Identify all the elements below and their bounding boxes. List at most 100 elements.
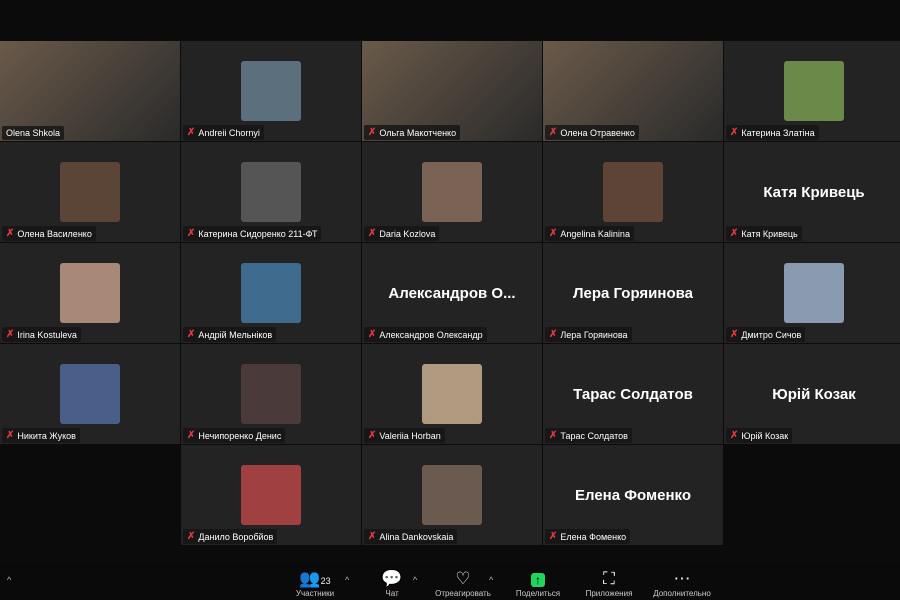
participant-tile[interactable]: ✗ Данило Воробйов: [181, 445, 361, 545]
muted-mic-icon: ✗: [368, 228, 377, 239]
participant-tile[interactable]: Александров О... ✗ Александров Олександр: [362, 243, 542, 343]
participant-tile[interactable]: ✗ Valeriia Horban: [362, 344, 542, 444]
avatar: [422, 465, 482, 525]
participant-name: Irina Kostuleva: [17, 329, 77, 340]
muted-mic-icon: ✗: [368, 531, 377, 542]
muted-mic-icon: ✗: [549, 531, 558, 542]
participant-name-label: ✗ Катерина Златіна: [726, 125, 819, 140]
participant-name: Юрій Козак: [741, 430, 789, 441]
participant-name-label: ✗ Олена Отравенко: [545, 125, 639, 140]
participant-name: Тарас Солдатов: [560, 430, 628, 441]
participant-tile[interactable]: ✗ Катерина Сидоренко 211-ФТ: [181, 142, 361, 242]
participant-tile[interactable]: Olena Shkola: [0, 41, 180, 141]
participant-name: Катя Кривець: [741, 228, 798, 239]
participant-tile[interactable]: Елена Фоменко ✗ Елена Фоменко: [543, 445, 723, 545]
participant-name: Андрій Мельніков: [198, 329, 273, 340]
participant-name: Ольга Макотченко: [379, 127, 457, 138]
muted-mic-icon: ✗: [368, 127, 377, 138]
participant-name-label: ✗ Нечипоренко Денис: [183, 428, 286, 443]
participant-name: Valeriia Horban: [379, 430, 441, 441]
participant-tile[interactable]: ✗ Alina Dankovskaia: [362, 445, 542, 545]
participant-tile[interactable]: ✗ Irina Kostuleva: [0, 243, 180, 343]
muted-mic-icon: ✗: [730, 127, 739, 138]
participant-tile[interactable]: Юрій Козак ✗ Юрій Козак: [724, 344, 900, 444]
participant-name-label: ✗ Олена Василенко: [2, 226, 96, 241]
audio-options-caret-icon[interactable]: ^: [7, 575, 11, 585]
participant-tile[interactable]: ✗ Angelina Kalinina: [543, 142, 723, 242]
participant-tile[interactable]: ✗ Ольга Макотченко: [362, 41, 542, 141]
participant-name-label: ✗ Дмитро Сичов: [726, 327, 806, 342]
participant-tile[interactable]: ✗ Олена Василенко: [0, 142, 180, 242]
participant-name-label: ✗ Daria Kozlova: [364, 226, 440, 241]
participants-label: Участники: [295, 589, 335, 598]
participant-name: Катерина Златіна: [741, 127, 815, 138]
participant-name: Данило Воробйов: [198, 531, 274, 542]
muted-mic-icon: ✗: [549, 228, 558, 239]
muted-mic-icon: ✗: [187, 228, 196, 239]
more-icon: ⋯: [673, 569, 691, 588]
participant-name-label: ✗ Irina Kostuleva: [2, 327, 81, 342]
participant-tile[interactable]: ✗ Дмитро Сичов: [724, 243, 900, 343]
meeting-toolbar: ^ 👥23 Участники ^ 💬 Чат ^ ♡ Отреагироват…: [0, 563, 900, 600]
participant-tile[interactable]: ✗ Нечипоренко Денис: [181, 344, 361, 444]
avatar: [422, 364, 482, 424]
participant-name: Катерина Сидоренко 211-ФТ: [198, 228, 318, 239]
participant-name-label: ✗ Елена Фоменко: [545, 529, 631, 544]
participant-name-label: ✗ Ольга Макотченко: [364, 125, 461, 140]
participant-name: Олена Василенко: [17, 228, 92, 239]
avatar: [241, 61, 301, 121]
participant-name-label: ✗ Valeriia Horban: [364, 428, 445, 443]
participant-tile[interactable]: Тарас Солдатов ✗ Тарас Солдатов: [543, 344, 723, 444]
participant-name-label: ✗ Никита Жуков: [2, 428, 80, 443]
participant-name: Andreii Chornyi: [198, 127, 260, 138]
participant-display-name: Александров О...: [388, 285, 516, 302]
avatar: [60, 364, 120, 424]
participant-name-label: ✗ Andreii Chornyi: [183, 125, 264, 140]
participant-name-label: ✗ Андрій Мельніков: [183, 327, 277, 342]
participant-name: Елена Фоменко: [560, 531, 627, 542]
avatar: [241, 263, 301, 323]
chat-label: Чат: [385, 589, 399, 598]
participant-tile[interactable]: ✗ Олена Отравенко: [543, 41, 723, 141]
participant-tile[interactable]: ✗ Andreii Chornyi: [181, 41, 361, 141]
react-caret-icon[interactable]: ^: [489, 575, 493, 585]
participant-name: Alina Dankovskaia: [379, 531, 454, 542]
avatar: [241, 364, 301, 424]
participants-caret-icon[interactable]: ^: [345, 575, 349, 585]
participant-name-label: ✗ Катерина Сидоренко 211-ФТ: [183, 226, 322, 241]
chat-caret-icon[interactable]: ^: [413, 575, 417, 585]
muted-mic-icon: ✗: [730, 228, 739, 239]
share-label: Поделиться: [515, 589, 561, 598]
participant-name: Angelina Kalinina: [560, 228, 630, 239]
participant-name: Никита Жуков: [17, 430, 76, 441]
apps-label: Приложения: [585, 589, 633, 598]
participant-tile[interactable]: ✗ Daria Kozlova: [362, 142, 542, 242]
participant-tile[interactable]: Лера Горяинова ✗ Лера Горяинова: [543, 243, 723, 343]
avatar: [422, 162, 482, 222]
apps-icon: ⛶: [603, 569, 615, 588]
muted-mic-icon: ✗: [730, 329, 739, 340]
participant-tile[interactable]: Катя Кривець ✗ Катя Кривець: [724, 142, 900, 242]
participants-count: 23: [320, 576, 331, 586]
participant-name: Лера Горяинова: [560, 329, 628, 340]
participant-tile[interactable]: ✗ Андрій Мельніков: [181, 243, 361, 343]
share-button[interactable]: ↑ Поделиться: [503, 569, 573, 598]
participant-name: Daria Kozlova: [379, 228, 436, 239]
participant-tile[interactable]: ✗ Катерина Златіна: [724, 41, 900, 141]
participants-icon: 👥: [299, 569, 321, 588]
share-icon: ↑: [503, 569, 573, 589]
avatar: [241, 162, 301, 222]
participants-button[interactable]: 👥23 Участники: [280, 569, 350, 598]
muted-mic-icon: ✗: [187, 430, 196, 441]
heart-icon: ♡: [455, 569, 471, 588]
react-button[interactable]: ♡ Отреагировать: [428, 569, 498, 598]
muted-mic-icon: ✗: [187, 531, 196, 542]
muted-mic-icon: ✗: [6, 228, 15, 239]
participant-name-label: ✗ Юрій Козак: [726, 428, 793, 443]
apps-button[interactable]: ⛶ Приложения: [574, 569, 644, 598]
avatar: [60, 162, 120, 222]
participant-name-label: ✗ Тарас Солдатов: [545, 428, 632, 443]
more-button[interactable]: ⋯ Дополнительно: [647, 569, 717, 598]
participant-name: Olena Shkola: [6, 128, 61, 138]
participant-tile[interactable]: ✗ Никита Жуков: [0, 344, 180, 444]
